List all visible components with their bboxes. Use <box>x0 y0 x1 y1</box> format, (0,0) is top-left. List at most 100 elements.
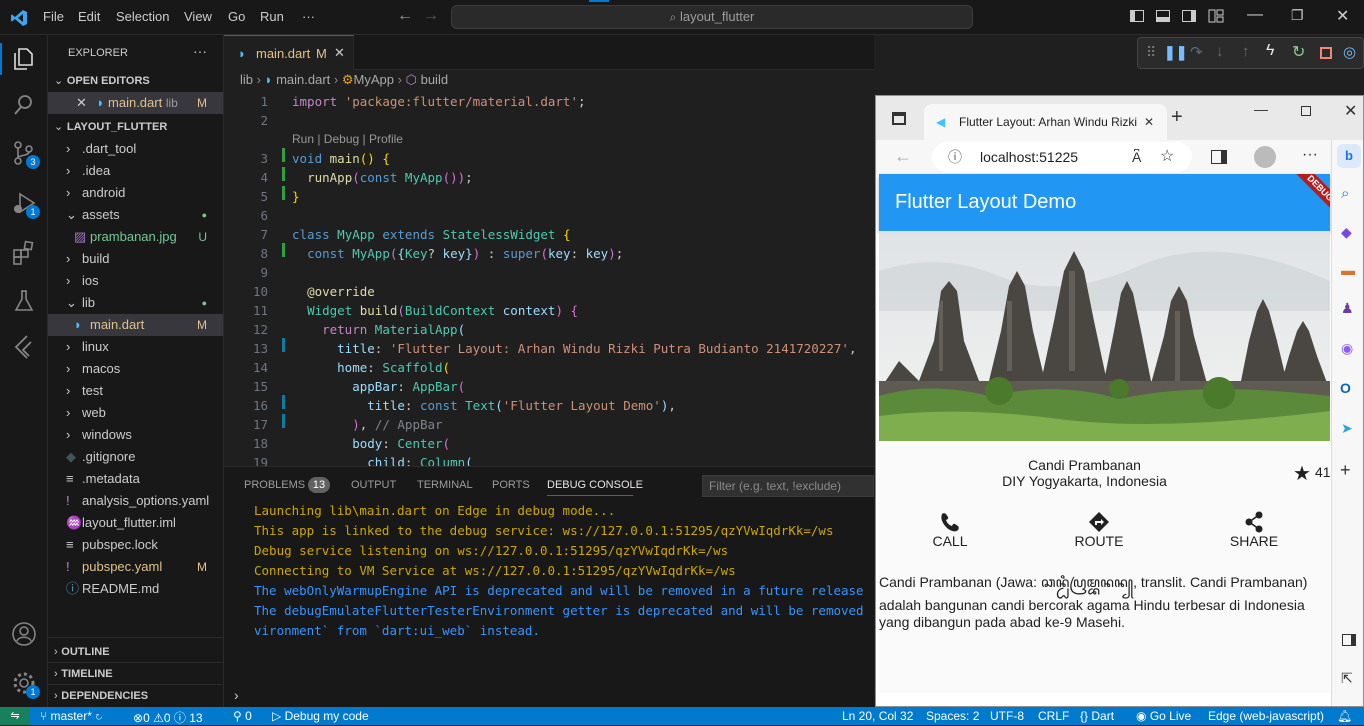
breadcrumb-lib[interactable]: lib <box>240 72 253 87</box>
close-tab-icon[interactable]: ✕ <box>334 45 345 61</box>
tab-terminal[interactable]: TERMINAL <box>417 479 473 491</box>
tree-item-windows[interactable]: › windows <box>48 424 223 446</box>
more-actions-icon[interactable]: ··· <box>193 43 207 59</box>
tree-item-lib[interactable]: ⌄ lib ● <box>48 292 223 314</box>
forward-arrow-icon[interactable]: → <box>423 7 439 25</box>
maximize-icon[interactable] <box>1301 106 1311 116</box>
devtools-icon[interactable]: ◎ <box>1343 43 1356 61</box>
breadcrumb-file[interactable]: main.dart <box>276 72 330 87</box>
go-live[interactable]: ◉ Go Live <box>1136 709 1191 723</box>
tab-actions-icon[interactable] <box>892 112 906 125</box>
tree-item-build[interactable]: › build <box>48 248 223 270</box>
ports-status[interactable]: ⚲ 0 <box>233 709 252 723</box>
tab-problems[interactable]: PROBLEMS <box>244 479 305 491</box>
tab-ports[interactable]: PORTS <box>492 479 530 491</box>
back-icon[interactable]: ← <box>894 146 912 167</box>
close-icon[interactable]: ✕ <box>76 95 87 110</box>
tree-item-android[interactable]: › android <box>48 182 223 204</box>
minimize-icon[interactable]: — <box>1254 101 1268 117</box>
stop-icon[interactable] <box>1320 47 1332 59</box>
device-selector[interactable]: Edge (web-javascript) <box>1208 709 1324 723</box>
tools-icon[interactable]: ▬ <box>1341 262 1355 278</box>
menu-more[interactable]: ··· <box>302 9 315 24</box>
drag-handle-icon[interactable]: ⠿ <box>1146 44 1156 61</box>
flutter-icon[interactable] <box>10 333 38 361</box>
line-ending[interactable]: CRLF <box>1038 709 1069 723</box>
restart-icon[interactable]: ↻ <box>1292 42 1305 62</box>
codelens[interactable]: Run | Debug | Profile <box>292 132 403 146</box>
profile-avatar[interactable] <box>1254 146 1276 168</box>
toggle-secondary-sidebar-icon[interactable] <box>1182 10 1196 22</box>
breadcrumb-method[interactable]: build <box>421 72 448 87</box>
tree-item-analysis-options-yaml[interactable]: ! analysis_options.yaml <box>48 490 223 512</box>
tree-item-pubspec-lock[interactable]: ≡ pubspec.lock <box>48 534 223 556</box>
tree-item-readme-md[interactable]: ⓘ README.md <box>48 578 223 600</box>
games-icon[interactable]: ♟ <box>1341 300 1354 317</box>
outline-header[interactable]: › OUTLINE <box>48 640 223 662</box>
send-icon[interactable]: ➤ <box>1341 420 1353 437</box>
tree-item--idea[interactable]: › .idea <box>48 160 223 182</box>
open-external-icon[interactable]: ⇱ <box>1341 670 1353 687</box>
back-arrow-icon[interactable]: ← <box>397 7 413 25</box>
menu-view[interactable]: View <box>184 9 212 24</box>
explorer-icon[interactable] <box>10 45 38 73</box>
tree-item-ios[interactable]: › ios <box>48 270 223 292</box>
search-view-icon[interactable] <box>10 91 38 119</box>
tree-item-main-dart[interactable]: ◗ main.dart M <box>48 314 223 336</box>
breadcrumb-class[interactable]: MyApp <box>354 72 394 87</box>
debug-status[interactable]: ▷ Debug my code <box>272 709 369 723</box>
new-tab-icon[interactable]: + <box>1171 106 1183 129</box>
minimize-icon[interactable]: — <box>1247 6 1263 24</box>
tree-item--dart-tool[interactable]: › .dart_tool <box>48 138 223 160</box>
tab-debug-console[interactable]: DEBUG CONSOLE <box>547 479 643 491</box>
tree-item-pubspec-yaml[interactable]: ! pubspec.yaml M <box>48 556 223 578</box>
customize-layout-icon[interactable] <box>1208 9 1224 23</box>
filter-input[interactable]: Filter (e.g. text, !exclude) <box>702 475 874 497</box>
cursor-position[interactable]: Ln 20, Col 32 <box>842 709 913 723</box>
source-control-icon[interactable]: 3 <box>10 139 40 169</box>
menu-run[interactable]: Run <box>260 9 284 24</box>
language-mode[interactable]: {} Dart <box>1080 709 1114 723</box>
tree-item-linux[interactable]: › linux <box>48 336 223 358</box>
tab-output[interactable]: OUTPUT <box>351 479 396 491</box>
more-menu-icon[interactable]: ··· <box>1302 146 1318 164</box>
branch-status[interactable]: ⑂ master* ↻ <box>40 709 102 723</box>
testing-icon[interactable] <box>10 287 38 315</box>
address-bar[interactable]: ⓘ localhost:51225 A͆ ☆ <box>932 142 1192 172</box>
remote-icon[interactable]: ⇋ <box>0 707 30 725</box>
open-editors-header[interactable]: ⌄ OPEN EDITORS <box>48 69 223 91</box>
tree-item-test[interactable]: › test <box>48 380 223 402</box>
close-window-icon[interactable]: ✕ <box>1344 101 1357 121</box>
command-center-search[interactable]: ⌕ layout_flutter <box>451 5 973 29</box>
close-window-icon[interactable]: ✕ <box>1336 6 1349 26</box>
sidebar-toggle-icon[interactable] <box>1342 634 1356 646</box>
manage-gear-icon[interactable]: 1 <box>10 669 40 699</box>
encoding[interactable]: UTF-8 <box>990 709 1024 723</box>
split-screen-icon[interactable] <box>1211 150 1227 164</box>
search-icon[interactable]: ⌕ <box>1341 185 1349 202</box>
microsoft365-icon[interactable]: ◉ <box>1341 340 1353 357</box>
close-tab-icon[interactable]: ✕ <box>1144 104 1154 140</box>
code-editor[interactable]: 1 2 3 4 5 6 7 8 9 10 11 12 13 14 15 16 17 18 19 Run | Debu… <box>224 90 874 466</box>
tree-item-prambanan-jpg[interactable]: ▨ prambanan.jpg U <box>48 226 223 248</box>
extensions-icon[interactable] <box>10 239 38 267</box>
tree-item-macos[interactable]: › macos <box>48 358 223 380</box>
favorite-star-icon[interactable]: ☆ <box>1160 142 1174 172</box>
timeline-header[interactable]: › TIMELINE <box>48 662 223 684</box>
tree-item-web[interactable]: › web <box>48 402 223 424</box>
step-into-icon[interactable]: ↓ <box>1216 43 1224 60</box>
shopping-tag-icon[interactable]: ◆ <box>1341 224 1352 241</box>
hot-reload-icon[interactable]: ϟ <box>1266 42 1274 60</box>
console-prompt-icon[interactable]: › <box>234 687 239 703</box>
menu-edit[interactable]: Edit <box>78 9 100 24</box>
outlook-icon[interactable]: O <box>1340 380 1351 396</box>
menu-file[interactable]: File <box>43 9 64 24</box>
read-aloud-icon[interactable]: A͆ <box>1132 142 1141 172</box>
route-button[interactable]: ROUTE <box>1074 511 1124 549</box>
pause-icon[interactable]: ❚❚ <box>1164 44 1187 61</box>
tree-item-assets[interactable]: ⌄ assets ● <box>48 204 223 226</box>
step-out-icon[interactable]: ↑ <box>1242 43 1250 60</box>
copilot-icon[interactable]: b <box>1337 144 1361 168</box>
indentation[interactable]: Spaces: 2 <box>926 709 979 723</box>
notifications-icon[interactable]: 🔔︎ <box>1337 709 1352 723</box>
